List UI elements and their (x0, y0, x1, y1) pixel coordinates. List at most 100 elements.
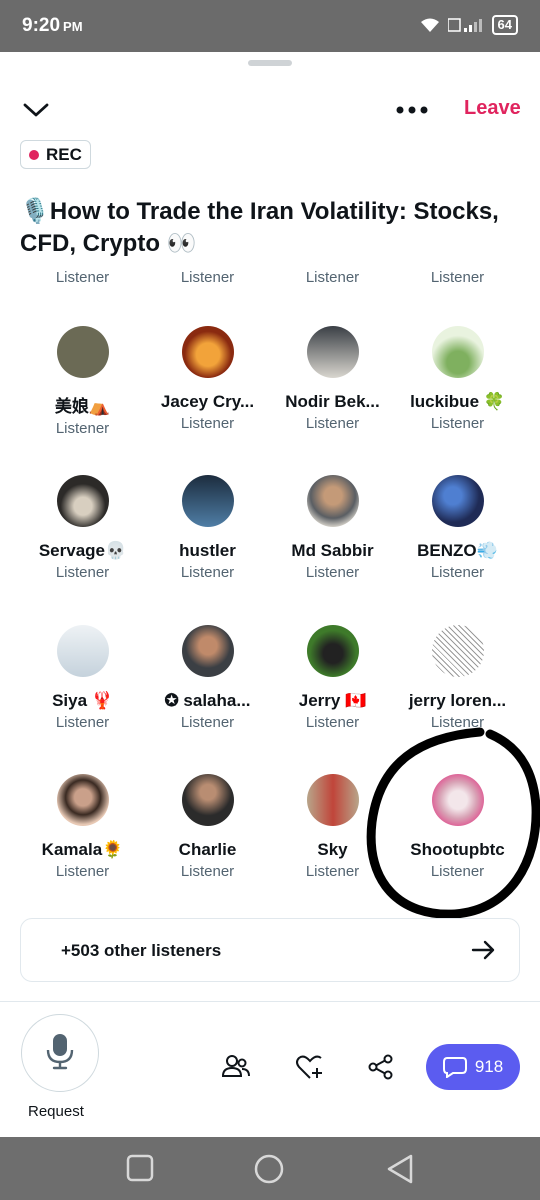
avatar (56, 475, 109, 527)
listener-name: luckibue 🍀 (410, 392, 505, 411)
listener-name: Sky (317, 840, 348, 859)
listener-name: Jerry 🇨🇦 (298, 691, 367, 710)
listener-role: Listener (430, 714, 485, 731)
rec-dot-icon (29, 149, 39, 160)
partial-role: Listener (430, 269, 485, 286)
home-icon[interactable] (253, 1153, 285, 1185)
avatar (431, 625, 484, 677)
microphone-icon (46, 1034, 74, 1070)
listener-name: Nodir Bek... (285, 392, 380, 411)
partial-role: Listener (305, 269, 360, 286)
listener-card[interactable]: 美娘⛺ Listener (20, 326, 145, 466)
rec-badge: REC (20, 140, 91, 169)
listener-card[interactable]: hustler Listener (145, 475, 270, 615)
footer-divider (0, 1001, 540, 1002)
avatar (56, 326, 109, 378)
other-listeners-label: +503 other listeners (61, 941, 222, 960)
verified-star-icon: ✪ (164, 691, 184, 710)
avatar (181, 475, 234, 527)
listener-card[interactable]: Nodir Bek... Listener (270, 326, 395, 466)
listener-card[interactable]: Kamala🌻 Listener (20, 774, 145, 914)
listener-card[interactable]: ✪ salaha... Listener (145, 625, 270, 765)
battery-indicator: 64 (491, 15, 518, 35)
listener-name: Shootupbtc (410, 840, 505, 859)
listener-card[interactable]: BENZO💨 Listener (395, 475, 520, 615)
listener-role: Listener (55, 714, 110, 731)
listener-role: Listener (430, 863, 485, 880)
avatar (306, 475, 359, 527)
chat-count: 918 (474, 1057, 504, 1076)
listener-name: Siya 🦞 (52, 691, 113, 710)
avatar (181, 625, 234, 677)
listener-card[interactable]: Servage💀 Listener (20, 475, 145, 615)
listener-card[interactable]: Jerry 🇨🇦 Listener (270, 625, 395, 765)
listener-role: Listener (305, 564, 360, 581)
avatar (431, 475, 484, 527)
recent-apps-icon[interactable] (125, 1153, 155, 1183)
listener-role: Listener (180, 863, 235, 880)
listener-card[interactable]: Md Sabbir Listener (270, 475, 395, 615)
listener-role: Listener (180, 415, 235, 432)
listener-role: Listener (55, 420, 110, 437)
people-icon[interactable] (221, 1052, 251, 1082)
avatar (56, 774, 109, 826)
listener-role: Listener (55, 863, 110, 880)
request-mic-button[interactable] (21, 1014, 99, 1092)
avatar (56, 625, 109, 677)
listener-card[interactable]: Jacey Cry... Listener (145, 326, 270, 466)
listener-name: hustler (179, 541, 236, 560)
partial-role: Listener (55, 269, 110, 286)
android-nav-bar (0, 1137, 540, 1200)
chat-button[interactable]: 918 (426, 1044, 520, 1090)
status-bar: 9:20 PM 64 (0, 0, 540, 52)
listener-name: jerry loren... (408, 691, 507, 710)
leave-button[interactable]: Leave (464, 97, 521, 120)
avatar (181, 774, 234, 826)
listener-card[interactable]: Sky Listener (270, 774, 395, 914)
listener-card[interactable]: jerry loren... Listener (395, 625, 520, 765)
other-listeners-button[interactable]: +503 other listeners (20, 918, 520, 982)
share-icon[interactable] (366, 1052, 396, 1082)
listener-role: Listener (180, 714, 235, 731)
avatar (431, 774, 484, 826)
listener-role: Listener (430, 564, 485, 581)
listener-name: BENZO💨 (417, 541, 498, 560)
back-icon[interactable] (385, 1153, 415, 1185)
avatar (431, 326, 484, 378)
status-time: 9:20 PM (22, 15, 83, 36)
chevron-down-icon[interactable] (22, 96, 50, 124)
sheet-drag-handle[interactable] (248, 60, 292, 66)
listener-name: Jacey Cry... (160, 392, 255, 411)
space-title: 🎙️How to Trade the Iran Volatility: Stoc… (20, 198, 499, 257)
heart-plus-icon[interactable] (295, 1052, 325, 1082)
listener-name: ✪ salaha... (164, 691, 251, 710)
listener-card[interactable]: Shootupbtc Listener (395, 774, 520, 914)
signal-icon (447, 18, 482, 32)
listener-name: Charlie (178, 840, 237, 859)
listener-card[interactable]: luckibue 🍀 Listener (395, 326, 520, 466)
listener-role: Listener (55, 564, 110, 581)
listener-name: 美娘⛺ (54, 397, 111, 416)
arrow-right-icon (471, 940, 495, 960)
listener-card[interactable]: Siya 🦞 Listener (20, 625, 145, 765)
avatar (306, 326, 359, 378)
avatar (306, 625, 359, 677)
avatar (306, 774, 359, 826)
listener-name: Kamala🌻 (41, 840, 124, 859)
status-icons: 64 (420, 15, 518, 35)
more-options-icon[interactable] (394, 98, 430, 122)
partial-role: Listener (180, 269, 235, 286)
listener-name: Servage💀 (38, 541, 127, 560)
listener-role: Listener (305, 415, 360, 432)
chat-bubble-icon (442, 1057, 467, 1078)
listener-role: Listener (180, 564, 235, 581)
listener-role: Listener (430, 415, 485, 432)
partial-row: Listener Listener Listener Listener (0, 264, 540, 292)
request-label: Request (28, 1103, 84, 1120)
listener-name: Md Sabbir (291, 541, 374, 560)
listener-card[interactable]: Charlie Listener (145, 774, 270, 914)
wifi-icon (420, 18, 439, 32)
listener-role: Listener (305, 863, 360, 880)
listener-role: Listener (305, 714, 360, 731)
avatar (181, 326, 234, 378)
